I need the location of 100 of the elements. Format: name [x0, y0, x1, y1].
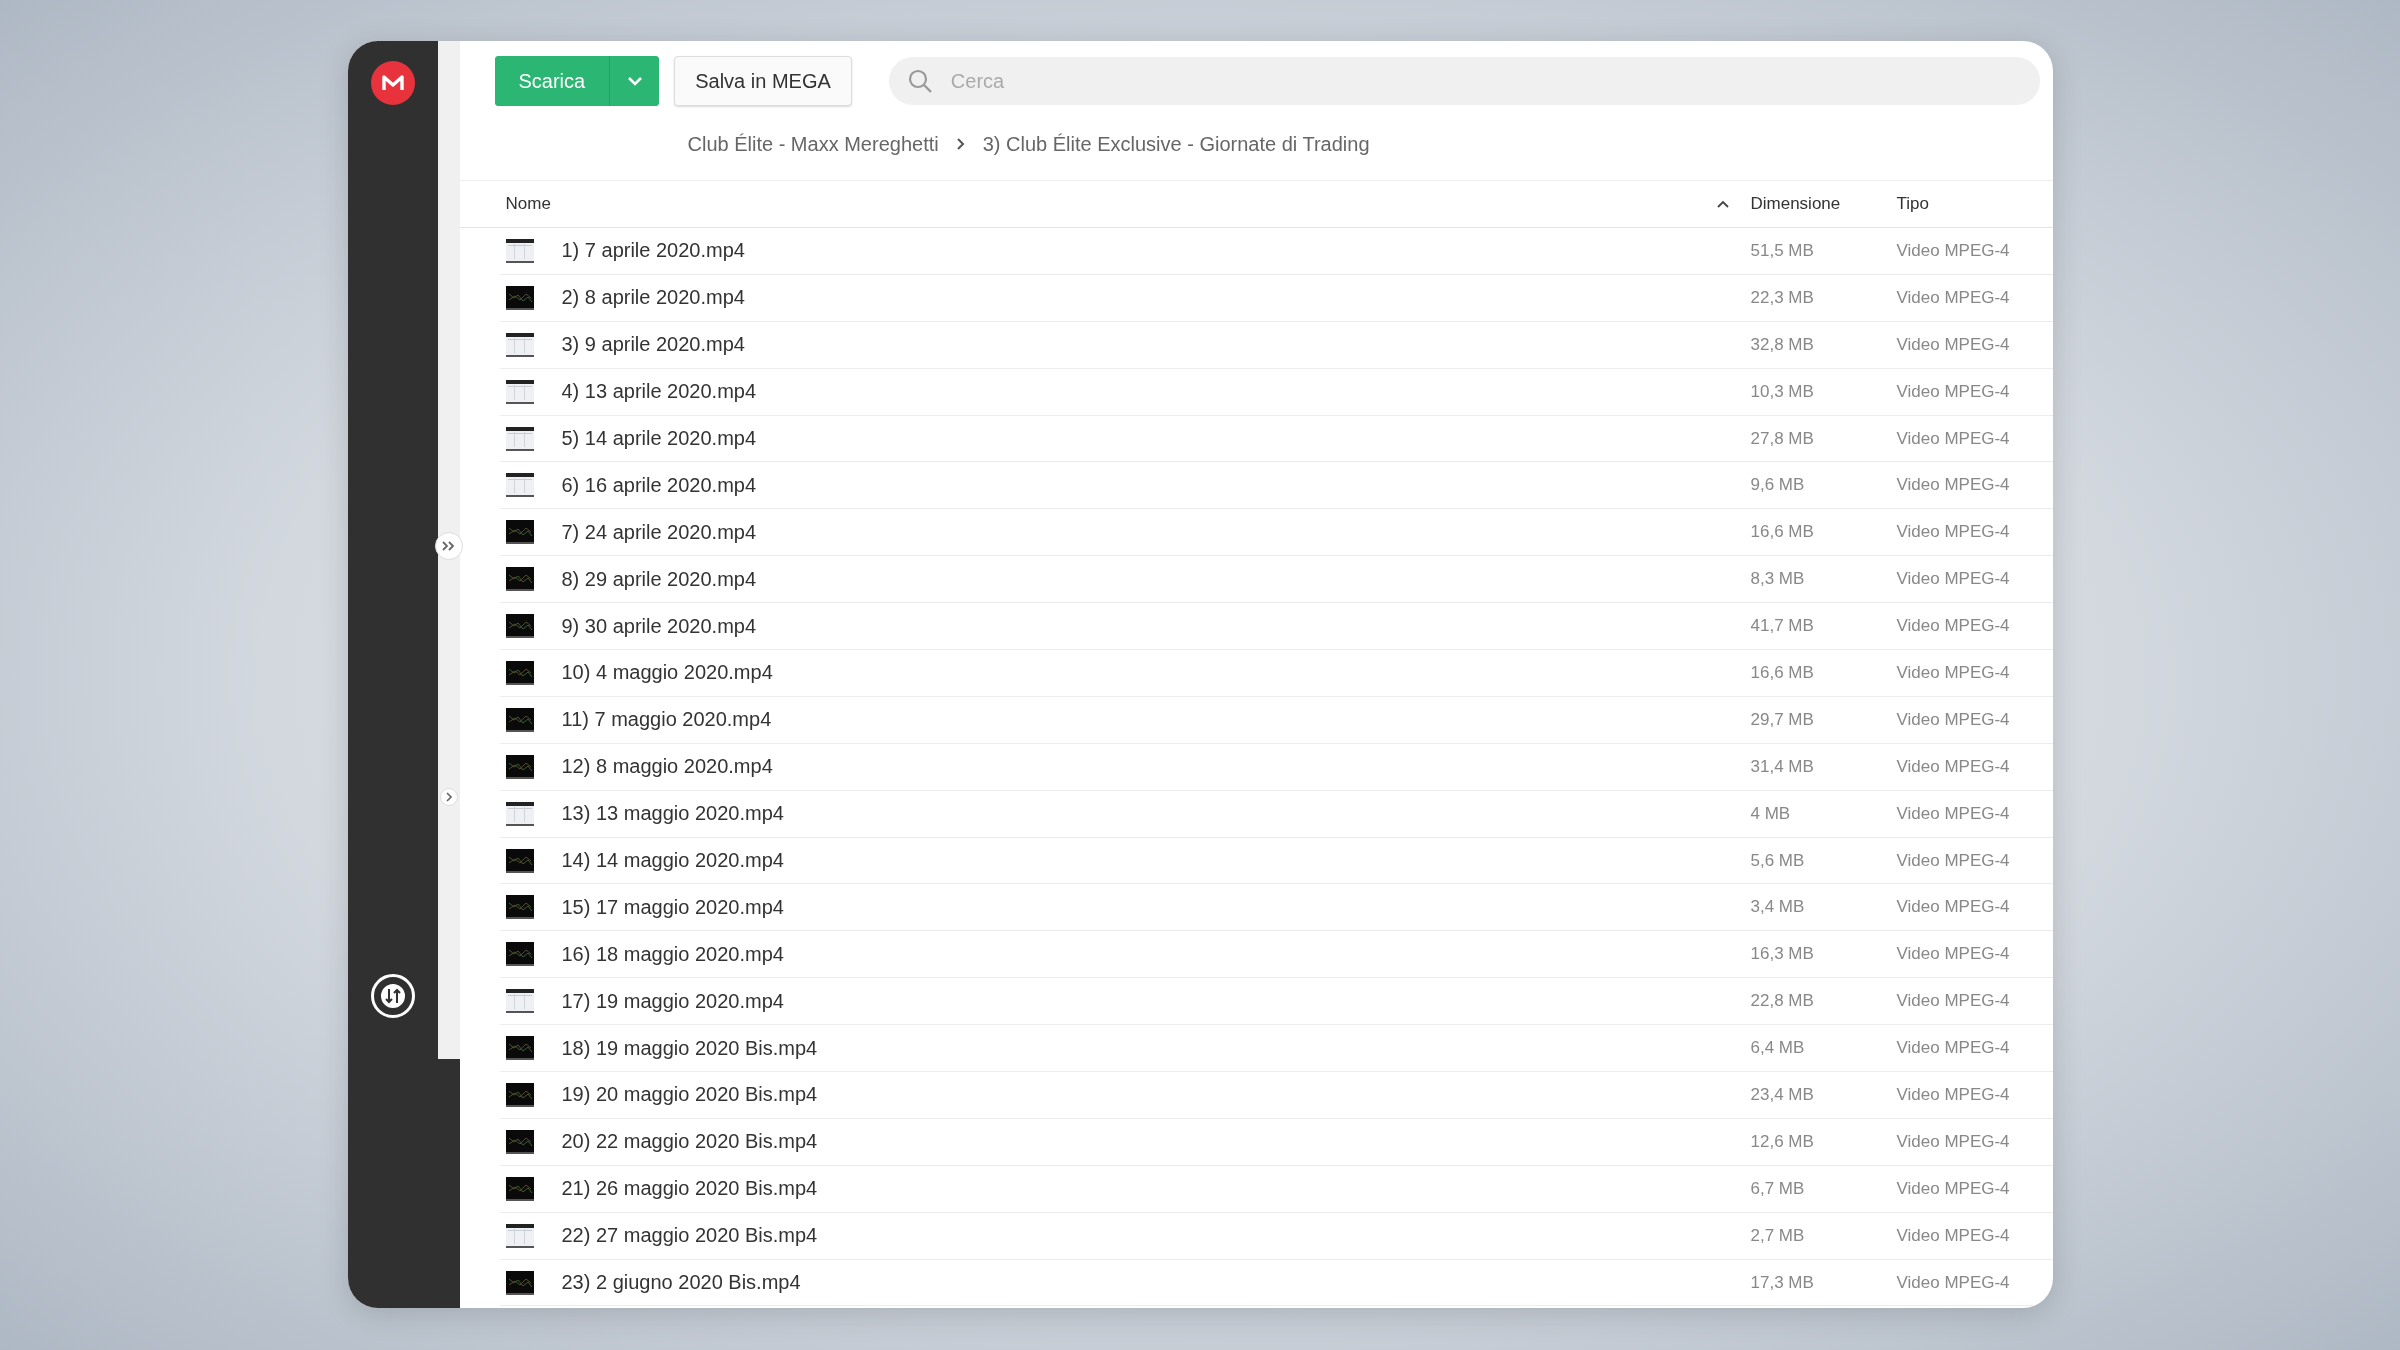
file-name: 17) 19 maggio 2020.mp4 [561, 989, 785, 1013]
file-name: 23) 2 giugno 2020 Bis.mp4 [561, 1271, 802, 1295]
file-name: 6) 16 aprile 2020.mp4 [561, 473, 758, 497]
chevron-right-icon[interactable] [439, 788, 458, 806]
file-row[interactable]: 15) 17 maggio 2020.mp4 3,4 MB Video MPEG-4 [499, 884, 2053, 932]
file-row[interactable]: 23) 2 giugno 2020 Bis.mp4 17,3 MB Video MPEG-4 [499, 1259, 2053, 1307]
file-name: 1) 7 aprile 2020.mp4 [561, 239, 746, 263]
file-row[interactable]: 4) 13 aprile 2020.mp4 10,3 MB Video MPEG-4 [499, 368, 2053, 416]
file-size: 2,7 MB [1750, 1225, 1806, 1246]
file-size: 5,6 MB [1750, 850, 1806, 871]
file-type: Video MPEG-4 [1896, 475, 2011, 496]
file-row[interactable]: 10) 4 maggio 2020.mp4 16,6 MB Video MPEG-4 [499, 650, 2053, 697]
dropdown-button[interactable] [609, 56, 660, 106]
file-row[interactable]: 17) 19 maggio 2020.mp4 22,8 MB Video MPEG-4 [499, 978, 2053, 1026]
file-size: 16,6 MB [1750, 522, 1815, 543]
file-size: 8,3 MB [1750, 569, 1806, 590]
caret-icon [626, 76, 643, 86]
file-type: Video MPEG-4 [1896, 1084, 2011, 1105]
file-name: 8) 29 aprile 2020.mp4 [561, 567, 758, 591]
column-header[interactable]: Nome [505, 194, 551, 214]
file-row[interactable]: 16) 18 maggio 2020.mp4 16,3 MB Video MPEG-4 [499, 931, 2053, 979]
file-type: Video MPEG-4 [1896, 240, 2011, 261]
file-row[interactable]: 12) 8 maggio 2020.mp4 31,4 MB Video MPEG-4 [499, 743, 2053, 791]
file-size: 17,3 MB [1750, 1272, 1815, 1293]
file-name: 15) 17 maggio 2020.mp4 [561, 895, 785, 919]
file-name: 4) 13 aprile 2020.mp4 [561, 380, 758, 404]
breadcrumb-link[interactable]: 3) Club Élite Exclusive - Giornate di Trading [982, 132, 1370, 156]
file-row[interactable]: 3) 9 aprile 2020.mp4 32,8 MB Video MPEG-4 [499, 321, 2053, 369]
save-button[interactable]: Salva in MEGA [674, 56, 852, 106]
file-name: 16) 18 maggio 2020.mp4 [561, 942, 785, 966]
file-row[interactable]: 9) 30 aprile 2020.mp4 41,7 MB Video MPEG-4 [499, 603, 2053, 650]
file-row[interactable]: 22) 27 maggio 2020 Bis.mp4 2,7 MB Video MPEG-4 [499, 1212, 2053, 1260]
file-name: 21) 26 maggio 2020 Bis.mp4 [561, 1177, 819, 1201]
column-header[interactable]: Tipo [1896, 194, 2053, 214]
file-name: 5) 14 aprile 2020.mp4 [561, 427, 758, 450]
file-size: 10,3 MB [1750, 381, 1815, 402]
file-row[interactable]: 8) 29 aprile 2020.mp4 8,3 MB Video MPEG-4 [499, 556, 2053, 604]
breadcrumb-link[interactable]: Club Élite - Maxx Mereghetti [687, 132, 939, 156]
file-name: 11) 7 maggio 2020.mp4 [561, 708, 773, 732]
file-size: 41,7 MB [1750, 616, 1815, 637]
transfer-icon[interactable] [370, 974, 415, 1018]
file-size: 6,7 MB [1750, 1178, 1806, 1199]
search-field[interactable]: Cerca [888, 57, 2040, 105]
file-row[interactable]: 18) 19 maggio 2020 Bis.mp4 6,4 MB Video MPEG-4 [499, 1025, 2053, 1073]
file-size: 12,6 MB [1750, 1131, 1815, 1152]
file-row[interactable]: 20) 22 maggio 2020 Bis.mp4 12,6 MB Video MPEG-4 [499, 1118, 2053, 1166]
file-size: 22,8 MB [1750, 991, 1815, 1012]
file-type: Video MPEG-4 [1896, 991, 2011, 1012]
file-name: 10) 4 maggio 2020.mp4 [561, 661, 774, 685]
file-type: Video MPEG-4 [1896, 1131, 2011, 1152]
file-type: Video MPEG-4 [1896, 662, 2011, 683]
file-size: 27,8 MB [1750, 428, 1815, 449]
file-type: Video MPEG-4 [1896, 569, 2011, 590]
file-size: 32,8 MB [1750, 334, 1815, 355]
file-row[interactable]: 14) 14 maggio 2020.mp4 5,6 MB Video MPEG-4 [499, 837, 2053, 885]
sort-caret-icon[interactable] [1716, 200, 1729, 208]
file-type: Video MPEG-4 [1896, 897, 2011, 918]
file-size: 22,3 MB [1750, 287, 1815, 308]
file-name: 14) 14 maggio 2020.mp4 [561, 849, 785, 872]
file-size: 23,4 MB [1750, 1084, 1815, 1105]
file-size: 16,3 MB [1750, 944, 1815, 965]
file-size: 29,7 MB [1750, 709, 1815, 730]
column-header[interactable]: Dimensione [1750, 194, 1897, 214]
file-type: Video MPEG-4 [1896, 428, 2011, 449]
file-name: 9) 30 aprile 2020.mp4 [561, 614, 758, 638]
file-row[interactable]: 11) 7 maggio 2020.mp4 29,7 MB Video MPEG-4 [499, 696, 2053, 744]
file-name: 19) 20 maggio 2020 Bis.mp4 [561, 1083, 819, 1107]
file-name: 22) 27 maggio 2020 Bis.mp4 [561, 1224, 819, 1248]
file-row[interactable]: 7) 24 aprile 2020.mp4 16,6 MB Video MPEG-4 [499, 509, 2053, 557]
chevron-right-icon [956, 138, 965, 150]
file-size: 3,4 MB [1750, 897, 1806, 918]
file-type: Video MPEG-4 [1896, 850, 2011, 871]
file-type: Video MPEG-4 [1896, 709, 2011, 730]
file-row[interactable]: 13) 13 maggio 2020.mp4 4 MB Video MPEG-4 [499, 790, 2053, 838]
file-name: 18) 19 maggio 2020 Bis.mp4 [561, 1036, 819, 1060]
file-type: Video MPEG-4 [1896, 616, 2011, 637]
file-name: 12) 8 maggio 2020.mp4 [561, 755, 774, 779]
file-size: 16,6 MB [1750, 662, 1815, 683]
file-size: 6,4 MB [1750, 1038, 1806, 1059]
file-size: 9,6 MB [1750, 475, 1806, 496]
file-type: Video MPEG-4 [1896, 334, 2011, 355]
file-name: 20) 22 maggio 2020 Bis.mp4 [561, 1130, 819, 1154]
file-type: Video MPEG-4 [1896, 1272, 2011, 1293]
file-type: Video MPEG-4 [1896, 803, 2011, 824]
file-size: 51,5 MB [1750, 240, 1815, 261]
file-row[interactable]: 19) 20 maggio 2020 Bis.mp4 23,4 MB Video MPEG-4 [499, 1072, 2053, 1119]
logo-icon[interactable] [370, 61, 415, 105]
file-row[interactable]: 6) 16 aprile 2020.mp4 9,6 MB Video MPEG-4 [499, 462, 2053, 510]
file-row[interactable]: 21) 26 maggio 2020 Bis.mp4 6,7 MB Video MPEG-4 [499, 1165, 2053, 1213]
file-row[interactable]: 5) 14 aprile 2020.mp4 27,8 MB Video MPEG-4 [499, 415, 2053, 463]
file-row[interactable]: 2) 8 aprile 2020.mp4 22,3 MB Video MPEG-4 [499, 274, 2053, 322]
file-name: 13) 13 maggio 2020.mp4 [561, 802, 785, 826]
file-size: 4 MB [1750, 803, 1792, 824]
file-type: Video MPEG-4 [1896, 1225, 2011, 1246]
file-type: Video MPEG-4 [1896, 1178, 2011, 1199]
file-type: Video MPEG-4 [1896, 1038, 2011, 1059]
file-type: Video MPEG-4 [1896, 756, 2011, 777]
file-row[interactable]: 1) 7 aprile 2020.mp4 51,5 MB Video MPEG-4 [499, 228, 2053, 275]
file-type: Video MPEG-4 [1896, 944, 2011, 965]
file-name: 2) 8 aprile 2020.mp4 [561, 286, 746, 310]
